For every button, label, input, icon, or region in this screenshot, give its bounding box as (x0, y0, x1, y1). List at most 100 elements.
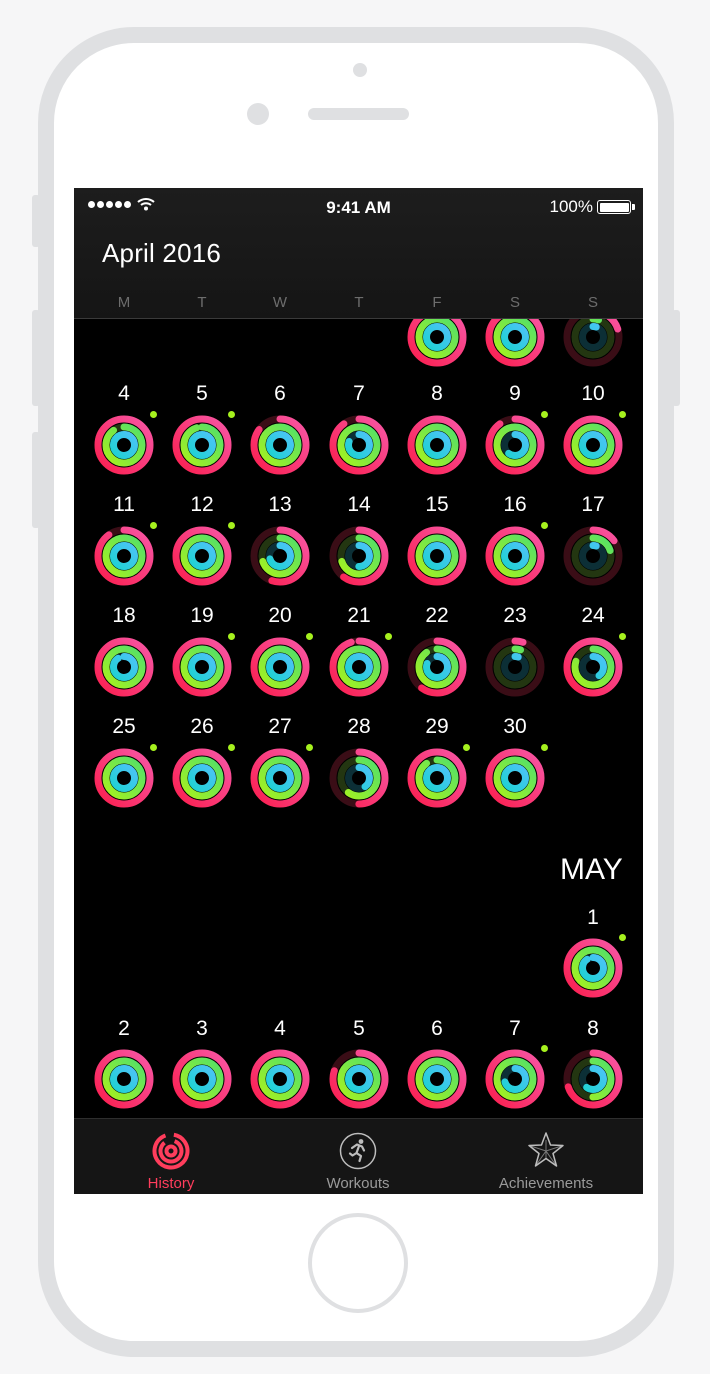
workout-indicator-dot (306, 633, 313, 640)
month-label: MAY (560, 853, 623, 886)
day-activity-rings[interactable] (328, 525, 390, 587)
day-activity-rings[interactable] (249, 1048, 311, 1110)
activity-rings-icon (172, 748, 232, 808)
day-number: 6 (431, 1017, 443, 1040)
activity-rings-icon (485, 415, 545, 475)
day-activity-rings[interactable] (484, 525, 546, 587)
day-activity-rings[interactable] (484, 414, 546, 476)
day-activity-rings[interactable] (562, 937, 624, 999)
weekday-label: T (354, 294, 364, 311)
day-number: 20 (268, 604, 292, 627)
tab-achievements[interactable]: Achievements (471, 1119, 621, 1194)
day-activity-rings[interactable] (562, 1048, 624, 1110)
day-number: 1 (587, 906, 599, 929)
day-number: 6 (274, 382, 286, 405)
day-activity-rings[interactable] (93, 414, 155, 476)
day-number: 14 (347, 493, 371, 516)
home-button[interactable] (308, 1213, 408, 1313)
day-activity-rings[interactable] (171, 414, 233, 476)
proximity-sensor (247, 103, 269, 125)
day-activity-rings[interactable] (328, 747, 390, 809)
day-number: 8 (587, 1017, 599, 1040)
activity-rings-icon (152, 1132, 190, 1170)
workout-indicator-dot (306, 744, 313, 751)
day-activity-rings[interactable] (93, 1048, 155, 1110)
day-activity-rings[interactable] (328, 1048, 390, 1110)
weekday-header: MTWTFSS (74, 294, 643, 314)
day-activity-rings[interactable] (171, 636, 233, 698)
day-activity-rings[interactable] (171, 747, 233, 809)
workout-indicator-dot (150, 522, 157, 529)
activity-rings-icon (407, 415, 467, 475)
day-activity-rings[interactable] (406, 414, 468, 476)
activity-rings-icon (407, 637, 467, 697)
day-number: 7 (353, 382, 365, 405)
weekday-label: F (432, 294, 442, 311)
day-activity-rings[interactable] (249, 747, 311, 809)
day-activity-rings[interactable] (406, 747, 468, 809)
day-activity-rings[interactable] (93, 525, 155, 587)
day-number: 5 (196, 382, 208, 405)
workout-indicator-dot (619, 934, 626, 941)
day-activity-rings[interactable] (249, 525, 311, 587)
weekday-label: S (509, 294, 520, 311)
weekday-label: W (272, 294, 288, 311)
workout-indicator-dot (541, 522, 548, 529)
earpiece-speaker (308, 108, 409, 120)
day-activity-rings[interactable] (484, 747, 546, 809)
day-number: 13 (268, 493, 292, 516)
day-number: 29 (425, 715, 449, 738)
workout-indicator-dot (150, 411, 157, 418)
day-activity-rings[interactable] (484, 636, 546, 698)
day-activity-rings[interactable] (171, 1048, 233, 1110)
activity-rings-icon (329, 637, 389, 697)
activity-rings-icon (485, 526, 545, 586)
day-activity-rings[interactable] (562, 525, 624, 587)
calendar-grid: 4 5 6 7 8 9 10 11 12 13 14 15 16 17 18 19 20 21 22 23 24 25 26… (74, 188, 643, 1194)
day-number: 10 (581, 382, 605, 405)
day-activity-rings[interactable] (249, 414, 311, 476)
day-activity-rings[interactable] (249, 636, 311, 698)
activity-rings-icon (172, 415, 232, 475)
weekday-label: S (587, 294, 598, 311)
weekday-label: M (117, 294, 131, 311)
power-button (672, 310, 680, 406)
day-activity-rings[interactable] (406, 1048, 468, 1110)
day-number: 21 (347, 604, 371, 627)
day-activity-rings[interactable] (406, 636, 468, 698)
day-activity-rings[interactable] (93, 747, 155, 809)
activity-rings-icon (250, 1049, 310, 1109)
workout-indicator-dot (541, 1045, 548, 1052)
day-activity-rings[interactable] (171, 525, 233, 587)
calendar-header: 9:41 AM 100% April 2016 M T W T F S S (74, 188, 643, 319)
day-number: 2 (118, 1017, 130, 1040)
activity-rings-icon (94, 526, 154, 586)
tab-workouts[interactable]: Workouts (283, 1119, 433, 1194)
activity-rings-icon (172, 637, 232, 697)
day-number: 25 (112, 715, 136, 738)
activity-rings-icon (563, 526, 623, 586)
day-number: 16 (503, 493, 527, 516)
day-activity-rings[interactable] (562, 636, 624, 698)
tab-history-label: History (147, 1175, 195, 1192)
activity-rings-icon (563, 637, 623, 697)
activity-rings-icon (407, 1049, 467, 1109)
day-activity-rings[interactable] (328, 414, 390, 476)
battery-icon (597, 200, 635, 214)
day-number: 26 (190, 715, 214, 738)
day-activity-rings[interactable] (406, 525, 468, 587)
day-activity-rings[interactable] (328, 636, 390, 698)
workout-indicator-dot (228, 411, 235, 418)
workout-indicator-dot (541, 411, 548, 418)
day-activity-rings[interactable] (93, 636, 155, 698)
day-number: 4 (118, 382, 130, 405)
activity-rings-icon (563, 1049, 623, 1109)
day-activity-rings[interactable] (562, 414, 624, 476)
tab-history[interactable]: History (96, 1119, 246, 1194)
activity-rings-icon (94, 415, 154, 475)
status-bar: 9:41 AM 100% (74, 188, 643, 228)
day-number: 11 (113, 493, 135, 516)
activity-rings-icon (250, 526, 310, 586)
activity-rings-icon (250, 415, 310, 475)
day-activity-rings[interactable] (484, 1048, 546, 1110)
